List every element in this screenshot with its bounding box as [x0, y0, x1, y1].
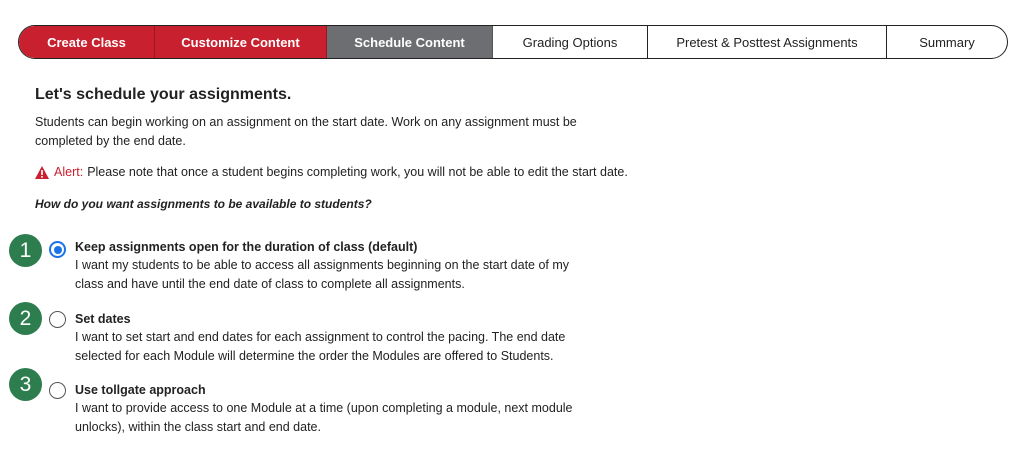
alert-text: Please note that once a student begins c…	[87, 165, 628, 179]
step-create-class[interactable]: Create Class	[19, 26, 155, 58]
step-number-badge: 2	[9, 302, 42, 335]
step-customize-content[interactable]: Customize Content	[155, 26, 327, 58]
schedule-section: Let's schedule your assignments. Student…	[35, 86, 735, 211]
radio-tollgate[interactable]	[49, 382, 66, 399]
option-description: I want to set start and end dates for ea…	[75, 330, 566, 363]
step-number-badge: 3	[9, 368, 42, 401]
alert-label: Alert:	[54, 165, 84, 179]
option-title[interactable]: Keep assignments open for the duration o…	[75, 238, 595, 256]
warning-icon	[35, 165, 49, 179]
step-grading-options[interactable]: Grading Options	[493, 26, 648, 58]
step-schedule-content[interactable]: Schedule Content	[327, 26, 493, 58]
radio-set-dates[interactable]	[49, 311, 66, 328]
radio-open-duration[interactable]	[49, 241, 66, 258]
alert-message: Alert: Please note that once a student b…	[35, 165, 735, 179]
page-title: Let's schedule your assignments.	[35, 86, 292, 103]
option-title[interactable]: Use tollgate approach	[75, 381, 595, 399]
wizard-stepper: Create Class Customize Content Schedule …	[18, 25, 1008, 59]
step-number-badge: 1	[9, 234, 42, 267]
availability-question: How do you want assignments to be availa…	[35, 197, 372, 211]
step-summary[interactable]: Summary	[887, 26, 1007, 58]
step-pretest-posttest[interactable]: Pretest & Posttest Assignments	[648, 26, 887, 58]
option-description: I want to provide access to one Module a…	[75, 401, 573, 434]
intro-text: Students can begin working on an assignm…	[35, 115, 577, 148]
option-title[interactable]: Set dates	[75, 310, 595, 328]
option-description: I want my students to be able to access …	[75, 258, 570, 291]
